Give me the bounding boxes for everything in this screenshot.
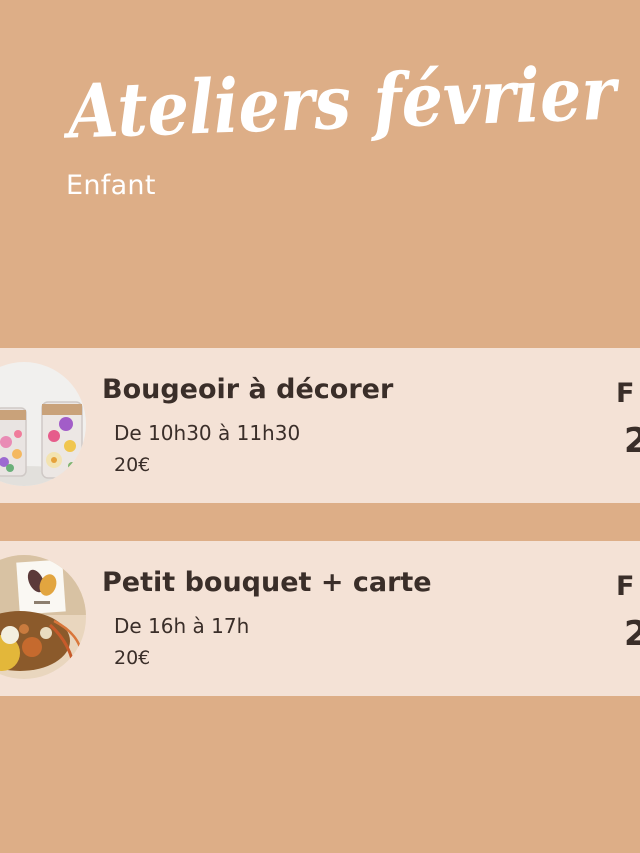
workshop-card[interactable]: Petit bouquet + carte De 16h à 17h 20€ F… [0,541,640,696]
workshop-price: 20€ [114,454,151,476]
workshop-side-value: 2 [624,421,640,461]
bouquet-card-image [0,555,86,679]
workshop-side-value: 2 [624,614,640,654]
workshop-time: De 16h à 17h [114,614,250,638]
workshop-card[interactable]: Bougeoir à décorer De 10h30 à 11h30 20€ … [0,348,640,503]
workshop-side-label: F [616,378,635,409]
page-title: Ateliers février [64,28,624,178]
workshop-title: Petit bouquet + carte [102,567,432,598]
candle-jars-image [0,362,86,486]
workshop-price: 20€ [114,647,151,669]
workshop-title: Bougeoir à décorer [102,374,394,405]
page-title-text: Ateliers février [64,50,622,155]
subtitle: Enfant [66,170,156,201]
workshop-time: De 10h30 à 11h30 [114,421,301,445]
workshop-side-label: F [616,571,635,602]
